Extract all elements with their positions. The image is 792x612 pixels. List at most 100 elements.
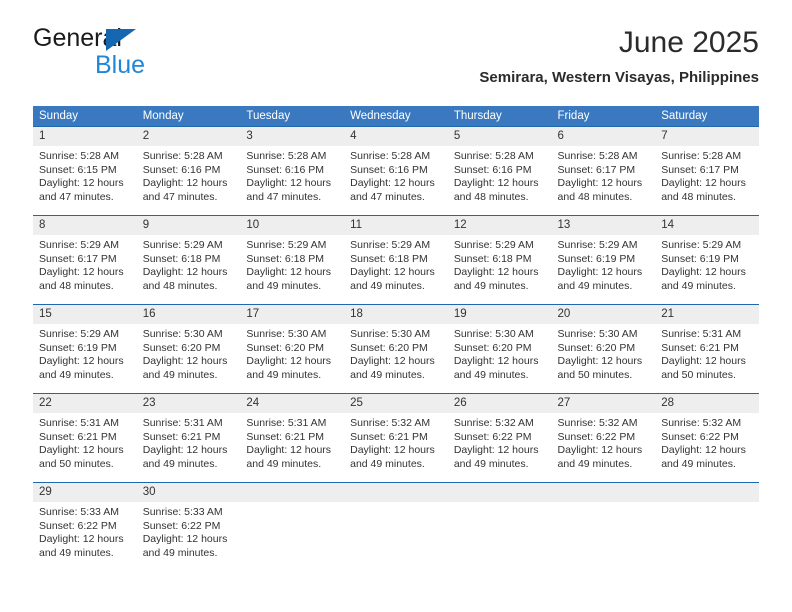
- day-cell-details: Sunrise: 5:31 AM Sunset: 6:21 PM Daylight:…: [240, 413, 344, 471]
- day-cell-details: Sunrise: 5:29 AM Sunset: 6:18 PM Daylight:…: [448, 235, 552, 293]
- sunrise-text: Sunrise: 5:28 AM: [142, 150, 223, 162]
- calendar-day-cell[interactable]: 15 Sunrise: 5:29 AM Sunset: 6:19 PM Dayligh…: [33, 304, 137, 394]
- daylight-text-line2: and 50 minutes.: [661, 368, 736, 381]
- day-number: 22: [33, 394, 137, 413]
- day-cell-details: Sunrise: 5:28 AM Sunset: 6:16 PM Daylight:…: [137, 146, 241, 204]
- day-cell-details: Sunrise: 5:29 AM Sunset: 6:18 PM Daylight:…: [137, 235, 241, 293]
- day-cell-details: Sunrise: 5:29 AM Sunset: 6:19 PM Daylight:…: [655, 235, 759, 293]
- calendar-day-cell[interactable]: 8 Sunrise: 5:29 AM Sunset: 6:17 PM Daylight…: [33, 215, 137, 305]
- day-cell-inner: 30 Sunrise: 5:33 AM Sunset: 6:22 PM Dayligh…: [136, 483, 241, 571]
- sunset-text: Sunset: 6:17 PM: [39, 252, 117, 265]
- calendar-day-cell[interactable]: [240, 482, 345, 571]
- daylight-text-line1: Daylight: 12 hours: [142, 444, 228, 456]
- day-number: 21: [655, 305, 759, 324]
- daylight-text-line1: Daylight: 12 hours: [661, 444, 746, 456]
- calendar-week-row: 1 Sunrise: 5:28 AM Sunset: 6:15 PM Daylight…: [33, 126, 759, 216]
- sunset-text: Sunset: 6:16 PM: [246, 163, 325, 176]
- daylight-text-line1: Daylight: 12 hours: [453, 266, 539, 278]
- calendar-day-cell[interactable]: 11 Sunrise: 5:29 AM Sunset: 6:18 PM Dayligh…: [344, 215, 448, 305]
- day-number: 26: [447, 394, 552, 413]
- daylight-text-line1: Daylight: 12 hours: [142, 177, 228, 189]
- sunrise-text: Sunrise: 5:28 AM: [39, 150, 119, 162]
- calendar-day-cell[interactable]: 29 Sunrise: 5:33 AM Sunset: 6:22 PM Dayligh…: [33, 482, 137, 571]
- calendar-day-cell[interactable]: 4 Sunrise: 5:28 AM Sunset: 6:16 PM Daylight…: [344, 126, 448, 216]
- day-cell-details: Sunrise: 5:29 AM Sunset: 6:19 PM Daylight:…: [552, 235, 656, 293]
- day-cell-inner: [447, 483, 552, 571]
- calendar-day-cell[interactable]: 25 Sunrise: 5:32 AM Sunset: 6:21 PM Dayligh…: [344, 393, 448, 483]
- daylight-text-line1: Daylight: 12 hours: [661, 355, 746, 367]
- calendar-day-cell[interactable]: 26 Sunrise: 5:32 AM Sunset: 6:22 PM Dayligh…: [447, 393, 552, 483]
- daylight-text-line2: and 49 minutes.: [453, 457, 529, 470]
- daylight-text-line2: and 49 minutes.: [142, 457, 218, 470]
- sunset-text: Sunset: 6:22 PM: [142, 519, 221, 532]
- calendar-day-cell[interactable]: 17 Sunrise: 5:30 AM Sunset: 6:20 PM Dayligh…: [240, 304, 345, 394]
- day-cell-inner: 1 Sunrise: 5:28 AM Sunset: 6:15 PM Daylight…: [33, 127, 137, 215]
- day-cell-details: Sunrise: 5:30 AM Sunset: 6:20 PM Daylight:…: [448, 324, 552, 382]
- day-cell-details: Sunrise: 5:32 AM Sunset: 6:22 PM Daylight:…: [552, 413, 656, 471]
- day-number: 9: [136, 216, 241, 235]
- daylight-text-line1: Daylight: 12 hours: [142, 266, 228, 278]
- calendar-day-cell[interactable]: 20 Sunrise: 5:30 AM Sunset: 6:20 PM Dayligh…: [551, 304, 656, 394]
- calendar-day-cell[interactable]: 10 Sunrise: 5:29 AM Sunset: 6:18 PM Dayligh…: [240, 215, 345, 305]
- daylight-text-line2: and 49 minutes.: [142, 546, 218, 559]
- calendar-day-cell[interactable]: 5 Sunrise: 5:28 AM Sunset: 6:16 PM Daylight…: [447, 126, 552, 216]
- calendar-day-cell[interactable]: 24 Sunrise: 5:31 AM Sunset: 6:21 PM Dayligh…: [240, 393, 345, 483]
- triangle-icon: [106, 29, 136, 51]
- day-cell-details: Sunrise: 5:32 AM Sunset: 6:22 PM Daylight:…: [655, 413, 759, 471]
- calendar-day-cell[interactable]: 16 Sunrise: 5:30 AM Sunset: 6:20 PM Dayligh…: [136, 304, 241, 394]
- calendar-day-cell[interactable]: 19 Sunrise: 5:30 AM Sunset: 6:20 PM Dayligh…: [447, 304, 552, 394]
- calendar-day-cell[interactable]: 7 Sunrise: 5:28 AM Sunset: 6:17 PM Daylight…: [655, 126, 759, 216]
- daylight-text-line2: and 49 minutes.: [661, 279, 736, 292]
- sunset-text: Sunset: 6:22 PM: [453, 430, 532, 443]
- day-number: 10: [240, 216, 345, 235]
- sunrise-text: Sunrise: 5:29 AM: [453, 239, 534, 251]
- calendar-week-row: 29 Sunrise: 5:33 AM Sunset: 6:22 PM Dayligh…: [33, 482, 759, 571]
- calendar-day-cell[interactable]: 14 Sunrise: 5:29 AM Sunset: 6:19 PM Dayligh…: [655, 215, 759, 305]
- calendar-page: General Blue June 2025 Semirara, Western…: [0, 0, 792, 612]
- calendar-day-cell[interactable]: 18 Sunrise: 5:30 AM Sunset: 6:20 PM Dayligh…: [344, 304, 448, 394]
- calendar-day-cell[interactable]: 22 Sunrise: 5:31 AM Sunset: 6:21 PM Dayligh…: [33, 393, 137, 483]
- calendar-day-cell[interactable]: 12 Sunrise: 5:29 AM Sunset: 6:18 PM Dayligh…: [447, 215, 552, 305]
- calendar-day-cell[interactable]: 23 Sunrise: 5:31 AM Sunset: 6:21 PM Dayligh…: [136, 393, 241, 483]
- calendar-body: 1 Sunrise: 5:28 AM Sunset: 6:15 PM Daylight…: [33, 126, 759, 571]
- day-cell-inner: 7 Sunrise: 5:28 AM Sunset: 6:17 PM Daylight…: [655, 127, 759, 215]
- calendar-day-cell[interactable]: 28 Sunrise: 5:32 AM Sunset: 6:22 PM Dayligh…: [655, 393, 759, 483]
- sunset-text: Sunset: 6:22 PM: [557, 430, 636, 443]
- calendar-day-cell[interactable]: 1 Sunrise: 5:28 AM Sunset: 6:15 PM Daylight…: [33, 126, 137, 216]
- day-number: 4: [344, 127, 448, 146]
- day-cell-details: Sunrise: 5:32 AM Sunset: 6:21 PM Daylight:…: [344, 413, 448, 471]
- daylight-text-line1: Daylight: 12 hours: [142, 355, 228, 367]
- calendar-day-cell[interactable]: [551, 482, 656, 571]
- daylight-text-line1: Daylight: 12 hours: [557, 266, 643, 278]
- daylight-text-line2: and 48 minutes.: [39, 279, 114, 292]
- calendar-day-cell[interactable]: 27 Sunrise: 5:32 AM Sunset: 6:22 PM Dayligh…: [551, 393, 656, 483]
- daylight-text-line2: and 50 minutes.: [557, 368, 633, 381]
- calendar-day-cell[interactable]: [655, 482, 759, 571]
- daylight-text-line2: and 49 minutes.: [246, 368, 322, 381]
- calendar-day-cell[interactable]: 21 Sunrise: 5:31 AM Sunset: 6:21 PM Dayligh…: [655, 304, 759, 394]
- calendar-day-cell[interactable]: 9 Sunrise: 5:29 AM Sunset: 6:18 PM Daylight…: [136, 215, 241, 305]
- day-cell-details: Sunrise: 5:28 AM Sunset: 6:16 PM Daylight:…: [344, 146, 448, 204]
- page-title: June 2025: [618, 26, 759, 59]
- calendar-day-cell[interactable]: 13 Sunrise: 5:29 AM Sunset: 6:19 PM Dayligh…: [551, 215, 656, 305]
- daylight-text-line2: and 47 minutes.: [350, 190, 425, 203]
- calendar-day-cell[interactable]: 6 Sunrise: 5:28 AM Sunset: 6:17 PM Daylight…: [551, 126, 656, 216]
- sunset-text: Sunset: 6:22 PM: [661, 430, 739, 443]
- calendar-day-cell[interactable]: [447, 482, 552, 571]
- daylight-text-line2: and 48 minutes.: [142, 279, 218, 292]
- general-blue-logo[interactable]: General Blue: [33, 26, 233, 82]
- calendar-day-cell[interactable]: 2 Sunrise: 5:28 AM Sunset: 6:16 PM Daylight…: [136, 126, 241, 216]
- day-cell-inner: 10 Sunrise: 5:29 AM Sunset: 6:18 PM Dayligh…: [240, 216, 345, 304]
- daylight-text-line1: Daylight: 12 hours: [350, 355, 435, 367]
- calendar-day-cell[interactable]: 3 Sunrise: 5:28 AM Sunset: 6:16 PM Daylight…: [240, 126, 345, 216]
- day-cell-inner: 11 Sunrise: 5:29 AM Sunset: 6:18 PM Dayligh…: [344, 216, 448, 304]
- daylight-text-line1: Daylight: 12 hours: [453, 177, 539, 189]
- weekday-header-thursday: Thursday: [447, 106, 552, 127]
- sunrise-text: Sunrise: 5:28 AM: [350, 150, 431, 162]
- daylight-text-line1: Daylight: 12 hours: [453, 444, 539, 456]
- calendar-day-cell[interactable]: 30 Sunrise: 5:33 AM Sunset: 6:22 PM Dayligh…: [136, 482, 241, 571]
- sunrise-text: Sunrise: 5:28 AM: [661, 150, 742, 162]
- day-cell-details: [344, 502, 448, 506]
- day-cell-details: Sunrise: 5:32 AM Sunset: 6:22 PM Daylight:…: [448, 413, 552, 471]
- calendar-day-cell[interactable]: [344, 482, 448, 571]
